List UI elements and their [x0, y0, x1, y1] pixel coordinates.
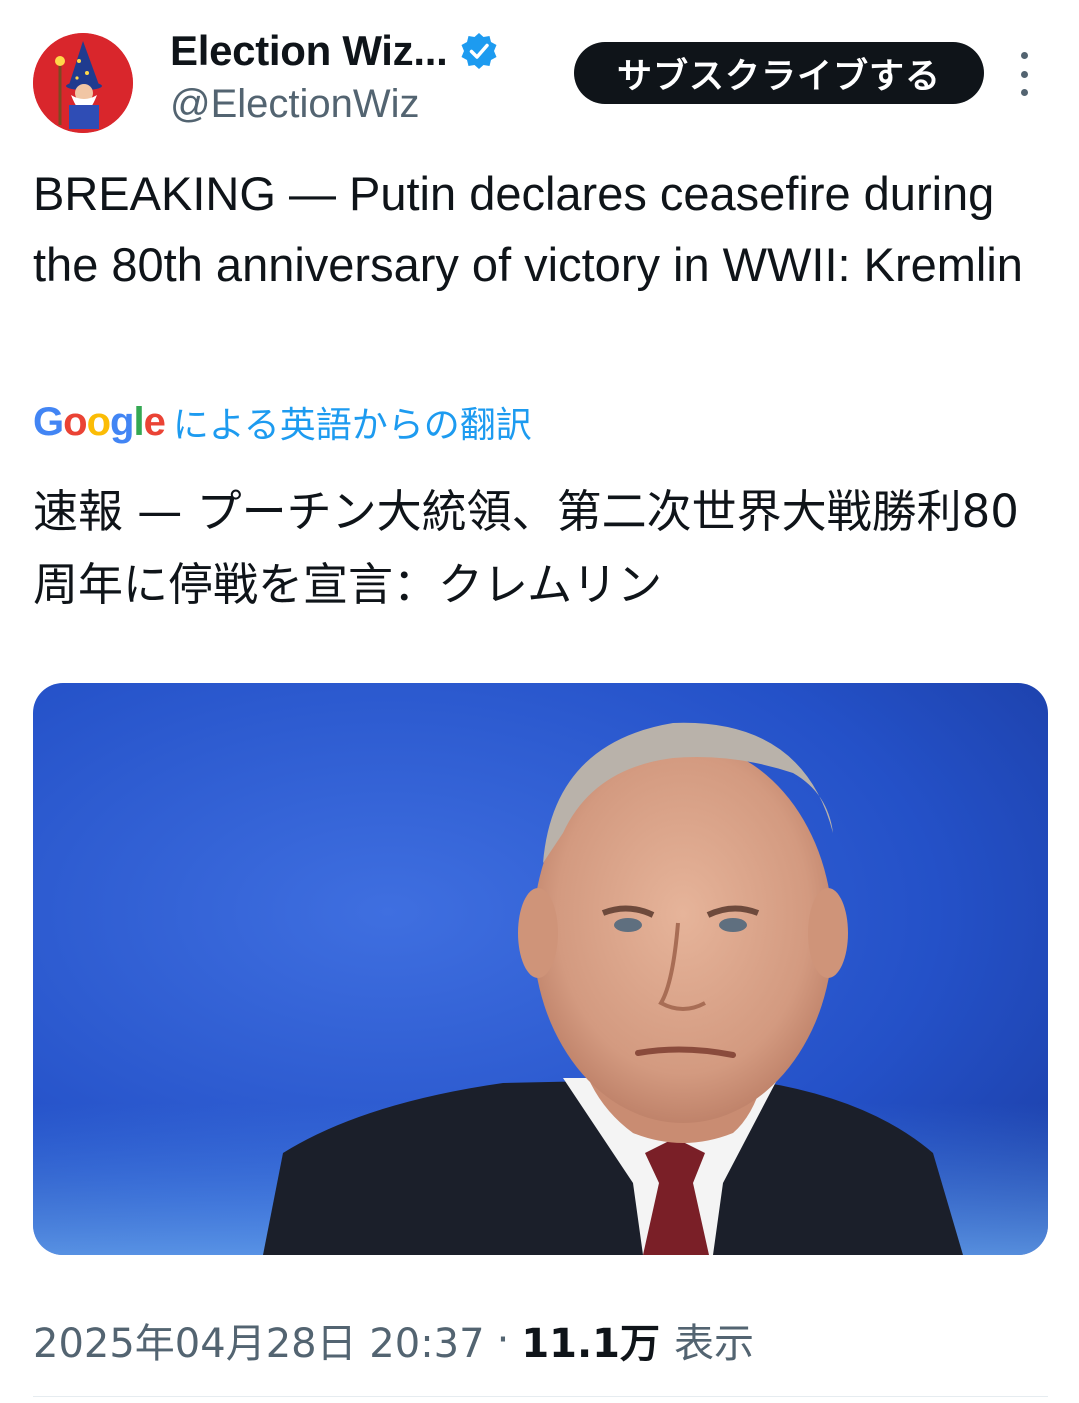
avatar[interactable] — [33, 33, 133, 133]
meta-separator: · — [496, 1317, 510, 1363]
author-name-row[interactable]: Election Wiz... — [170, 26, 499, 76]
subscribe-button[interactable]: サブスクライブする — [574, 42, 984, 104]
display-name[interactable]: Election Wiz... — [170, 27, 448, 75]
translation-attribution[interactable]: Google による英語からの翻訳 — [33, 394, 532, 450]
more-vertical-icon[interactable] — [1012, 52, 1036, 96]
dot — [1020, 89, 1028, 96]
tweet-text: BREAKING — Putin declares ceasefire duri… — [33, 167, 1023, 291]
translated-text: 速報 — プーチン大統領、第二次世界大戦勝利80周年に停戦を宣言：クレムリン — [33, 485, 1019, 611]
tweet-photo[interactable] — [33, 683, 1048, 1255]
account-handle[interactable]: @ElectionWiz — [170, 82, 420, 127]
view-label: 表示 — [674, 1321, 755, 1367]
translation-label[interactable]: による英語からの翻訳 — [173, 396, 532, 448]
verified-badge-icon — [461, 33, 497, 69]
wizard-icon — [33, 33, 133, 133]
photo-illustration — [33, 683, 1048, 1255]
timestamp[interactable]: 2025年04月28日 20:37 — [33, 1311, 485, 1369]
dot — [1020, 52, 1028, 59]
view-count[interactable]: 11.1万 — [521, 1311, 660, 1369]
divider — [33, 1396, 1048, 1397]
dot — [1020, 70, 1028, 78]
tweet-meta: 2025年04月28日 20:37 · 11.1万 表示 — [33, 1310, 754, 1370]
google-logo: Google — [33, 399, 166, 444]
